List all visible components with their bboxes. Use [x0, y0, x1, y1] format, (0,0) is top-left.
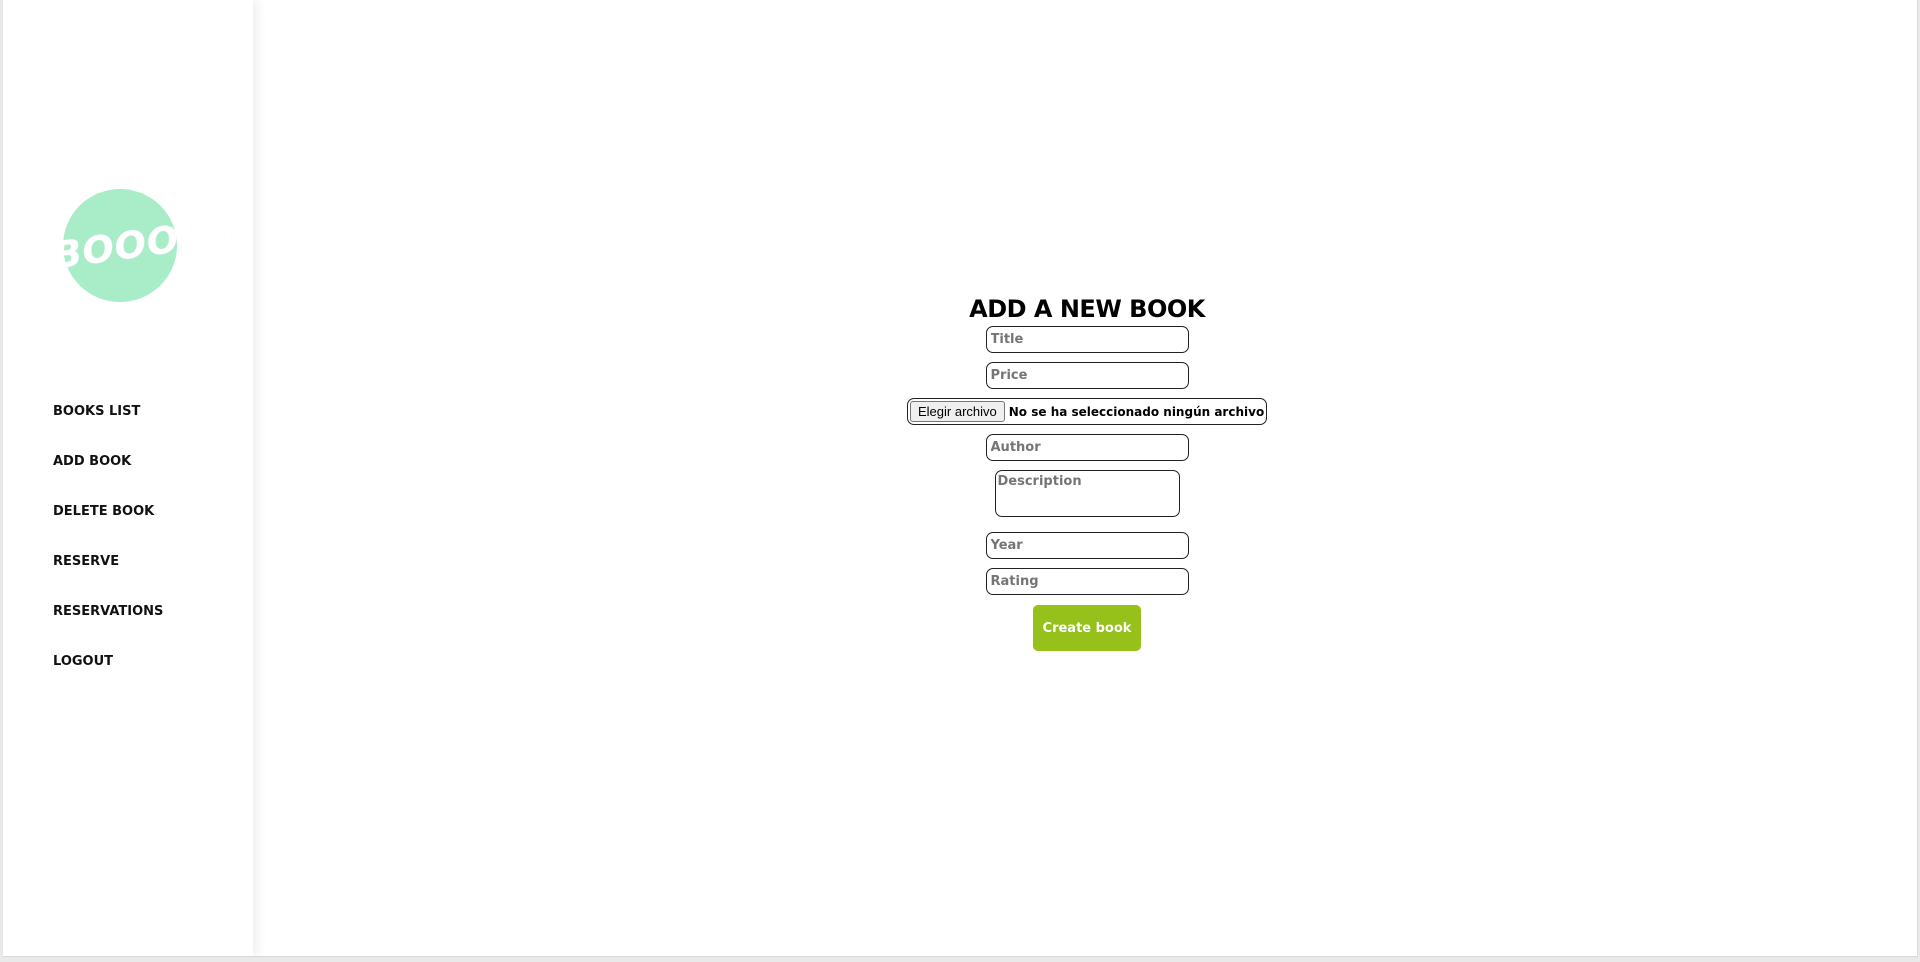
add-book-form: ADD A NEW BOOK Elegir archivo No se ha s…	[837, 292, 1337, 651]
choose-file-button[interactable]: Elegir archivo	[910, 401, 1005, 422]
rating-input[interactable]	[985, 568, 1189, 595]
sidebar-nav: BOOKS LIST ADD BOOK DELETE BOOK RESERVE …	[53, 400, 163, 700]
description-textarea[interactable]	[994, 470, 1180, 517]
author-input[interactable]	[985, 434, 1189, 461]
logo[interactable]: BOOOKS	[51, 189, 239, 302]
sidebar-item-reserve[interactable]: RESERVE	[53, 550, 163, 600]
create-book-button[interactable]: Create book	[1033, 605, 1141, 651]
sidebar-item-reservations[interactable]: RESERVATIONS	[53, 600, 163, 650]
page-title: ADD A NEW BOOK	[969, 295, 1205, 323]
app-window: BOOOKS BOOKS LIST ADD BOOK DELETE BOOK R…	[3, 0, 1918, 957]
price-input[interactable]	[985, 362, 1189, 389]
image-file-input[interactable]: Elegir archivo No se ha seleccionado nin…	[907, 398, 1267, 425]
main-content: ADD A NEW BOOK Elegir archivo No se ha s…	[253, 0, 1917, 956]
sidebar-item-books-list[interactable]: BOOKS LIST	[53, 400, 163, 450]
sidebar-item-logout[interactable]: LOGOUT	[53, 650, 163, 700]
year-input[interactable]	[985, 532, 1189, 559]
title-input[interactable]	[985, 326, 1189, 353]
logo-text: BOOOKS	[50, 209, 239, 278]
sidebar-item-add-book[interactable]: ADD BOOK	[53, 450, 163, 500]
file-status-text: No se ha seleccionado ningún archivo	[1008, 404, 1265, 419]
sidebar: BOOOKS BOOKS LIST ADD BOOK DELETE BOOK R…	[3, 0, 253, 956]
sidebar-item-delete-book[interactable]: DELETE BOOK	[53, 500, 163, 550]
